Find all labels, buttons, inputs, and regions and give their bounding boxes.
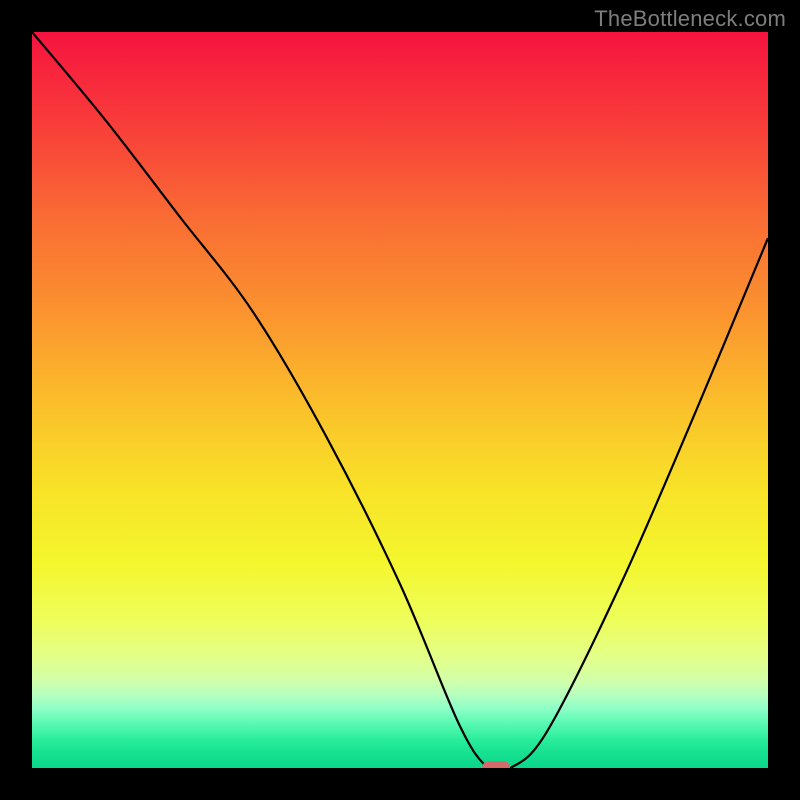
curve-path xyxy=(32,32,768,768)
optimal-point-marker xyxy=(482,761,510,768)
chart-frame: TheBottleneck.com xyxy=(0,0,800,800)
bottleneck-curve xyxy=(32,32,768,768)
watermark-text: TheBottleneck.com xyxy=(594,6,786,32)
plot-area xyxy=(32,32,768,768)
